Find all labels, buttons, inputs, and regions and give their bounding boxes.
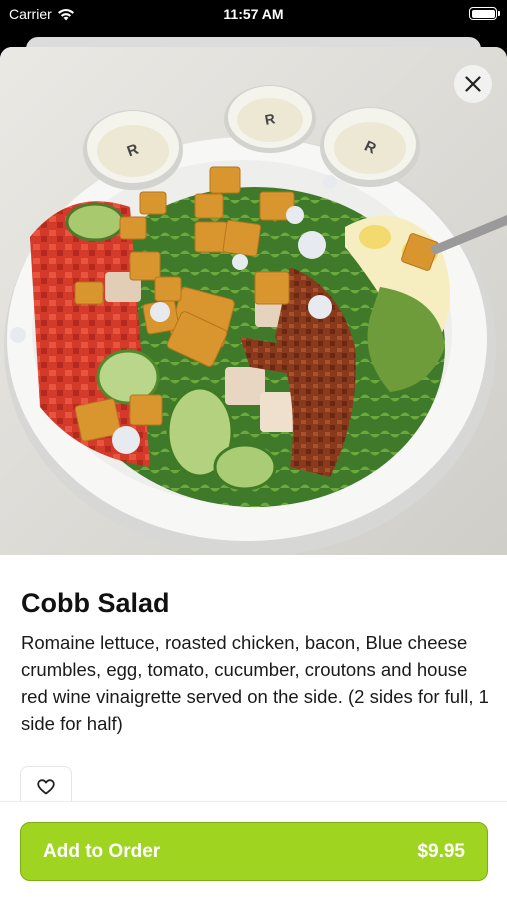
add-to-order-button[interactable]: Add to Order $9.95 xyxy=(20,822,488,881)
heart-icon xyxy=(37,778,55,794)
bottom-action-bar: Add to Order $9.95 xyxy=(0,801,507,900)
close-icon xyxy=(465,76,481,92)
item-detail-sheet: R R R Cobb Salad Romaine lettuce, roaste… xyxy=(0,47,507,900)
favorite-button[interactable] xyxy=(20,766,72,806)
add-to-order-label: Add to Order xyxy=(43,840,161,862)
item-photo: R R R xyxy=(0,47,507,555)
close-button[interactable] xyxy=(454,65,492,103)
item-price: $9.95 xyxy=(417,840,465,862)
item-description: Romaine lettuce, roasted chicken, bacon,… xyxy=(21,632,489,734)
item-title: Cobb Salad xyxy=(21,588,170,618)
clock: 11:57 AM xyxy=(223,6,284,22)
status-bar: Carrier 11:57 AM xyxy=(0,0,507,28)
battery-icon xyxy=(469,7,500,20)
